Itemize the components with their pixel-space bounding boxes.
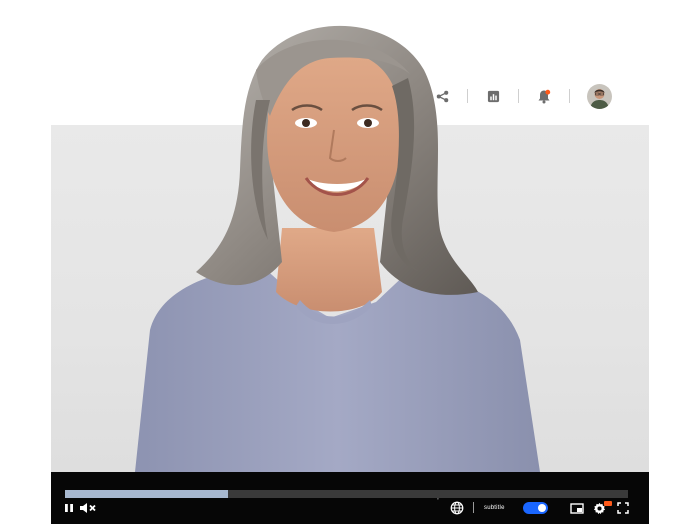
subtitle-toggle[interactable] <box>523 502 548 514</box>
language-button[interactable] <box>450 500 464 516</box>
pause-icon <box>65 504 73 512</box>
language-icon <box>450 501 464 515</box>
toggle-knob <box>538 504 546 512</box>
subtitle-label: subtitle <box>484 505 505 511</box>
subtitle-toggle-label: subtitle <box>484 500 505 516</box>
analytics-button[interactable] <box>479 82 507 110</box>
picture-in-picture-icon <box>570 502 584 514</box>
fullscreen-icon <box>617 502 629 514</box>
toolbar-divider <box>467 89 468 103</box>
mute-button[interactable] <box>79 500 97 516</box>
picture-in-picture-button[interactable] <box>570 500 584 516</box>
caption-marker: ˚ <box>437 499 439 505</box>
toolbar-divider <box>518 89 519 103</box>
quality-badge <box>604 501 612 506</box>
control-divider <box>473 502 474 513</box>
fullscreen-button[interactable] <box>617 500 629 516</box>
progress-bar[interactable] <box>65 490 628 498</box>
top-toolbar <box>428 82 612 110</box>
share-button[interactable] <box>428 82 456 110</box>
pause-button[interactable] <box>64 500 74 516</box>
notifications-button[interactable] <box>530 82 558 110</box>
video-subject-image <box>135 25 540 472</box>
avatar-image <box>587 83 612 109</box>
progress-fill <box>65 490 229 498</box>
analytics-icon <box>487 90 499 102</box>
video-control-bar: ˚ subtitle <box>51 472 649 524</box>
mute-icon <box>80 503 96 513</box>
user-avatar[interactable] <box>587 83 612 109</box>
notification-bell-icon <box>538 89 551 103</box>
share-icon <box>436 90 448 102</box>
toolbar-divider <box>569 89 570 103</box>
